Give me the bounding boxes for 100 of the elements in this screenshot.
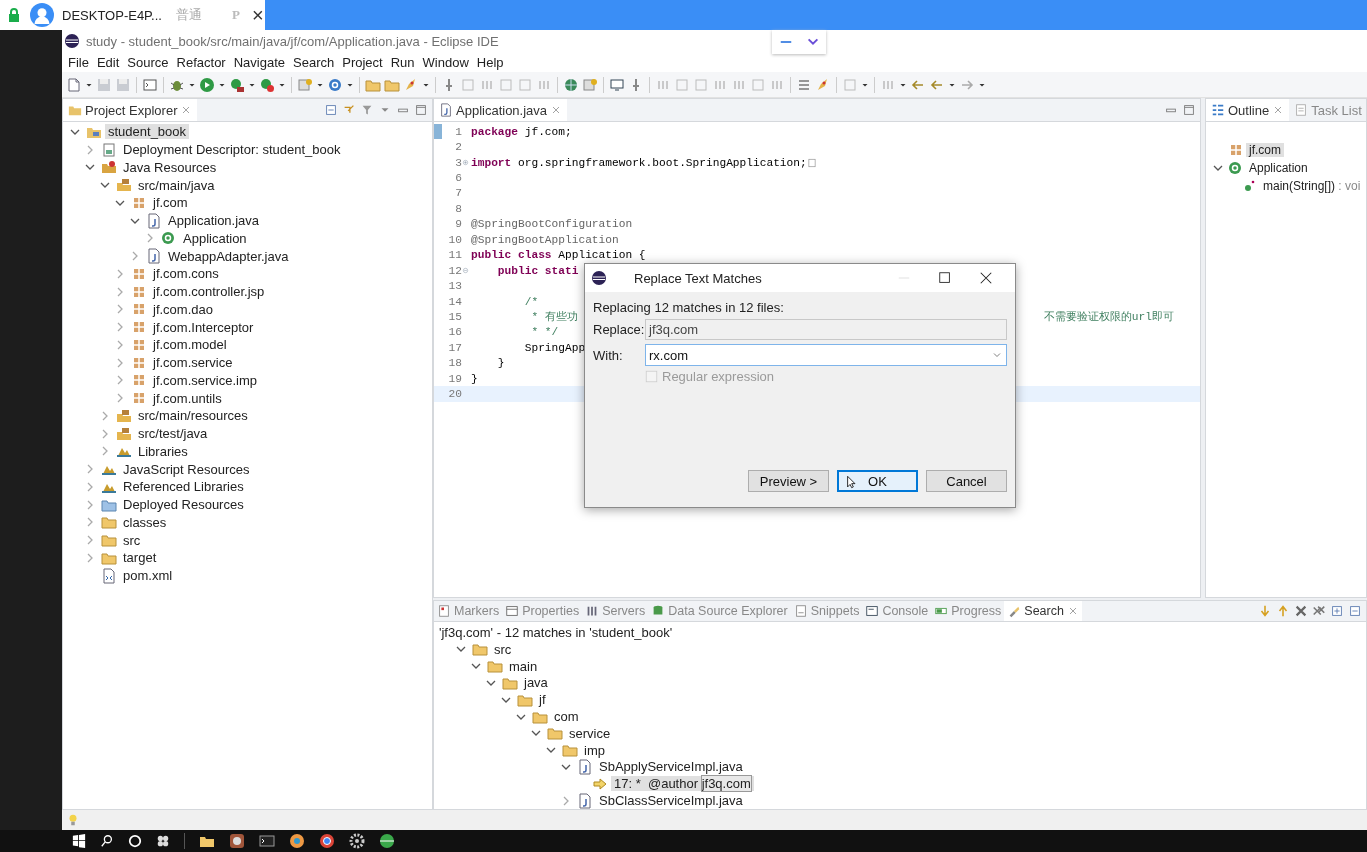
server-run-icon[interactable] xyxy=(229,76,245,93)
menu-item[interactable]: Edit xyxy=(92,54,124,70)
tree-item[interactable]: jf.com.model xyxy=(150,337,230,353)
tree-item[interactable]: Application xyxy=(180,230,250,246)
tree-item[interactable]: jf.com xyxy=(150,195,191,211)
windows-logo-icon[interactable] xyxy=(72,834,86,848)
remove-all-icon[interactable] xyxy=(1312,604,1326,618)
dialog-button[interactable]: Cancel xyxy=(926,470,1007,492)
maximize-icon[interactable] xyxy=(938,271,952,285)
arrow-up-icon[interactable] xyxy=(1276,604,1290,618)
line-number: 20 xyxy=(447,388,462,401)
tree-item[interactable]: Java Resources xyxy=(120,159,220,175)
collapse-all-icon[interactable] xyxy=(324,103,338,117)
tree-item[interactable]: jf.com.dao xyxy=(150,301,216,317)
tree-item[interactable]: src/main/java xyxy=(135,177,218,193)
menu-item[interactable]: Run xyxy=(386,54,419,70)
collapse-fold-icon[interactable] xyxy=(462,267,469,275)
app-icon[interactable] xyxy=(229,833,245,849)
panel-tab[interactable]: Outline xyxy=(1206,99,1290,121)
tree-item[interactable]: Deployment Descriptor: student_book xyxy=(120,142,344,158)
browser-icon[interactable] xyxy=(319,833,335,849)
close-icon[interactable] xyxy=(979,271,993,285)
class-new-icon[interactable] xyxy=(327,76,343,93)
circle-icon[interactable] xyxy=(128,834,142,848)
remove-icon[interactable] xyxy=(1294,604,1308,618)
tree-item[interactable]: SbApplyServiceImpl.java xyxy=(596,759,746,775)
tree-item[interactable]: src xyxy=(491,641,515,657)
terminal-icon[interactable] xyxy=(142,76,158,93)
tree-item[interactable]: Libraries xyxy=(135,443,191,459)
tree-item[interactable]: jf.com.Interceptor xyxy=(150,319,257,335)
menu-item[interactable]: Window xyxy=(418,54,473,70)
tree-item[interactable]: 17: * @author jf3q.com xyxy=(611,776,754,792)
code-line: @SpringBootConfiguration xyxy=(470,218,633,231)
tree-item[interactable]: classes xyxy=(120,514,170,530)
tree-item[interactable]: student_book xyxy=(105,124,190,140)
expand-fold-icon[interactable] xyxy=(462,159,469,167)
tree-item[interactable]: target xyxy=(120,550,160,566)
line-number: 8 xyxy=(454,202,462,215)
color-wheel-icon[interactable] xyxy=(289,833,305,849)
line-number: 11 xyxy=(447,249,462,262)
tree-item[interactable]: main xyxy=(506,658,541,674)
tree-item[interactable]: imp xyxy=(581,742,608,758)
stop-run-icon[interactable] xyxy=(259,76,275,93)
menu-item[interactable]: Source xyxy=(123,54,173,70)
line-number: 14 xyxy=(447,295,462,308)
tree-item[interactable]: pom.xml xyxy=(120,568,176,584)
code-line: * */ xyxy=(530,326,559,339)
tree-item[interactable]: JavaScript Resources xyxy=(120,461,253,477)
tree-item[interactable]: src/test/java xyxy=(135,426,211,442)
menu-item[interactable]: Refactor xyxy=(172,54,230,70)
tree-item[interactable]: SbClassServiceImpl.java xyxy=(596,793,746,809)
expand-all-icon[interactable] xyxy=(1330,604,1344,618)
tree-item[interactable]: com xyxy=(551,709,582,725)
tree-item[interactable]: java xyxy=(521,675,551,691)
tree-item[interactable]: src/main/resources xyxy=(135,408,251,424)
tree-item[interactable]: Application.java xyxy=(165,213,263,229)
filter-icon[interactable] xyxy=(360,103,374,117)
line-number: 13 xyxy=(447,280,462,293)
run-icon[interactable] xyxy=(199,76,215,93)
panel-tab[interactable]: Project Explorer xyxy=(63,99,198,121)
menu-item[interactable]: Project xyxy=(338,54,387,70)
tree-item[interactable]: Referenced Libraries xyxy=(120,479,247,495)
tree-item[interactable]: jf.com.untils xyxy=(150,390,225,406)
tree-item[interactable]: src xyxy=(120,532,144,548)
gear-icon[interactable] xyxy=(349,833,365,849)
tree-item[interactable]: main(String[]) : voi xyxy=(1260,179,1364,193)
search-icon[interactable] xyxy=(100,834,114,848)
tree-item[interactable]: jf.com.service xyxy=(150,355,236,371)
tree-item[interactable]: jf xyxy=(536,692,549,708)
tree-item[interactable]: jf.com.cons xyxy=(150,266,222,282)
panel-tab[interactable]: Search xyxy=(1004,601,1082,621)
dialog-title: Replace Text Matches xyxy=(634,270,762,286)
terminal-icon[interactable] xyxy=(259,833,275,849)
menu-item[interactable]: File xyxy=(64,54,93,70)
globe-icon[interactable] xyxy=(379,833,395,849)
panel-tab[interactable]: Application.java xyxy=(434,99,568,121)
tree-item[interactable]: service xyxy=(566,725,614,741)
with-combo-field[interactable]: rx.com xyxy=(645,344,1007,366)
pinwheel-icon[interactable] xyxy=(156,834,170,848)
tree-item[interactable]: Deployed Resources xyxy=(120,497,247,513)
tree-item[interactable]: jf.com.controller.jsp xyxy=(150,284,268,300)
menu-item[interactable]: Navigate xyxy=(229,54,289,70)
arrow-down-icon[interactable] xyxy=(1258,604,1272,618)
save-icon[interactable] xyxy=(115,76,131,93)
console-icon xyxy=(865,604,880,618)
code-line: } xyxy=(470,372,478,385)
tree-item[interactable]: jf.com.service.imp xyxy=(150,372,261,388)
menu-item[interactable]: Help xyxy=(472,54,508,70)
dialog-button[interactable]: Preview > xyxy=(748,470,829,492)
tree-item[interactable]: Application xyxy=(1246,161,1311,175)
monitor-icon[interactable] xyxy=(609,76,625,93)
java-file-icon xyxy=(577,758,593,775)
dialog-button[interactable]: OK xyxy=(837,470,918,492)
tree-item[interactable]: jf.com xyxy=(1246,143,1284,157)
tree-item[interactable]: WebappAdapter.java xyxy=(165,248,292,264)
replace-field[interactable]: jf3q.com xyxy=(645,319,1007,340)
menu-item[interactable]: Search xyxy=(289,54,339,70)
java-file-icon xyxy=(146,212,162,229)
close-button[interactable]: × xyxy=(247,3,268,27)
collapse-all-icon[interactable] xyxy=(1348,604,1362,618)
